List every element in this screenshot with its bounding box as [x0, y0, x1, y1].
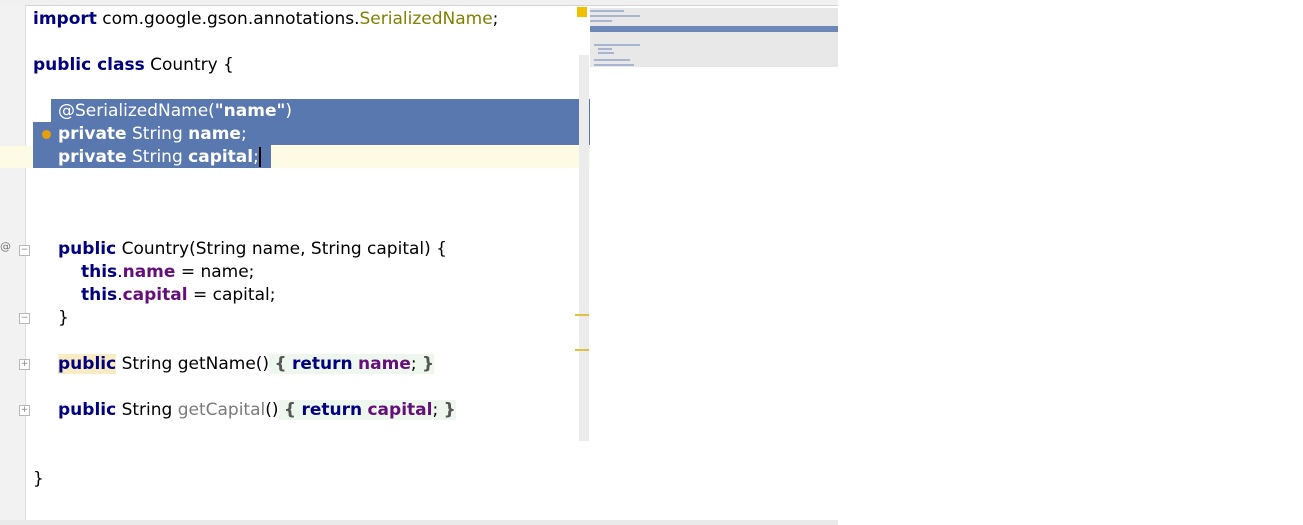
code-line-constructor[interactable]: public Country(String name, String capit…: [58, 238, 447, 260]
field-ref: name: [358, 354, 411, 374]
keyword: public: [58, 239, 117, 259]
code-line-field-name[interactable]: private String name;: [58, 123, 247, 145]
brace: }: [58, 308, 69, 328]
code-line-import[interactable]: import com.google.gson.annotations.Seria…: [33, 8, 498, 30]
keyword: this: [81, 285, 118, 305]
code-line-get-capital[interactable]: public String getCapital() { return capi…: [58, 399, 456, 421]
code-line-get-name[interactable]: public String getName() { return name; }: [58, 353, 435, 375]
paren: ): [285, 101, 292, 121]
keyword: public: [58, 354, 117, 374]
code-area[interactable]: import com.google.gson.annotations.Seria…: [0, 0, 590, 525]
type: String: [116, 400, 178, 420]
keyword: return: [291, 354, 353, 374]
folded-brace[interactable]: }: [422, 354, 434, 374]
type: String: [126, 147, 189, 167]
semicolon: ;: [410, 354, 417, 374]
field-ref: capital: [367, 400, 433, 420]
code-minimap[interactable]: [590, 8, 838, 67]
code-line-field-capital[interactable]: private String capital;: [58, 146, 261, 168]
code-line-assign-capital[interactable]: this.capital = capital;: [81, 284, 275, 306]
field-name: name: [188, 124, 241, 144]
keyword: return: [301, 400, 363, 420]
field-ref: name: [122, 262, 176, 282]
field-name: capital: [188, 147, 254, 167]
field-ref: capital: [122, 285, 188, 305]
string-literal: "name": [214, 101, 286, 121]
keyword: private: [58, 147, 127, 167]
folded-brace[interactable]: }: [444, 400, 456, 420]
brace: }: [33, 469, 44, 489]
editor-bottom-edge: [0, 520, 838, 525]
assignment: = capital;: [187, 285, 276, 305]
vertical-scrollbar[interactable]: [579, 55, 589, 441]
class-name: Country {: [144, 55, 234, 75]
code-line-class-decl[interactable]: public class Country {: [33, 54, 234, 76]
folded-brace[interactable]: {: [274, 354, 286, 374]
method-signature: String getName(): [116, 354, 270, 374]
minimap-line: [594, 44, 640, 46]
minimap-line: [598, 48, 612, 50]
folded-brace[interactable]: {: [284, 400, 296, 420]
semicolon: ;: [432, 400, 439, 420]
package-path: com.google.gson.annotations.: [96, 9, 360, 29]
code-line-class-close[interactable]: }: [33, 468, 44, 490]
code-line-assign-name[interactable]: this.name = name;: [81, 261, 254, 283]
semicolon: ;: [492, 9, 499, 29]
keyword: public: [58, 400, 117, 420]
semicolon: ;: [240, 124, 247, 144]
minimap-selection: [590, 26, 838, 32]
keyword: import: [33, 9, 97, 29]
minimap-line: [594, 64, 634, 66]
intention-bulb-icon[interactable]: [42, 130, 51, 139]
minimap-line: [590, 20, 612, 22]
keyword: public class: [33, 55, 145, 75]
unused-method-name: getCapital: [177, 400, 266, 420]
annotation-import: SerializedName: [359, 9, 493, 29]
minimap-line: [590, 15, 640, 17]
assignment: = name;: [175, 262, 255, 282]
inspection-status-icon[interactable]: [577, 7, 587, 17]
keyword: private: [58, 124, 127, 144]
minimap-line: [590, 10, 624, 12]
code-line-ctor-close[interactable]: }: [58, 307, 69, 329]
error-stripe-mark[interactable]: [575, 314, 589, 316]
minimap-line: [598, 52, 614, 54]
code-editor[interactable]: @ − − + + import com.google.gson.annotat…: [0, 0, 838, 525]
error-stripe-mark[interactable]: [575, 349, 589, 351]
paren: (): [265, 400, 279, 420]
minimap-line: [594, 59, 630, 61]
keyword: this: [81, 262, 118, 282]
constructor-signature: Country(String name, String capital) {: [116, 239, 447, 259]
annotation: @SerializedName(: [58, 101, 215, 121]
type: String: [126, 124, 189, 144]
text-caret: [258, 147, 261, 167]
code-line-annotation[interactable]: @SerializedName("name"): [58, 100, 292, 122]
